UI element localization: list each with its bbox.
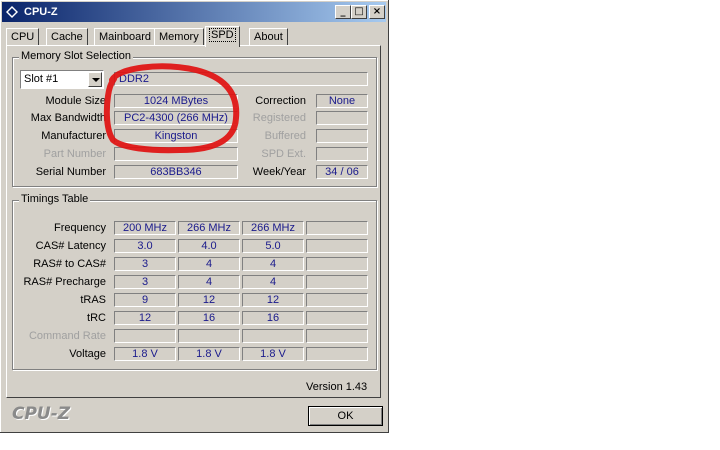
timing-cell: 1.8 V	[114, 347, 176, 361]
group-title: Memory Slot Selection	[19, 50, 134, 62]
timing-cell: 12	[178, 293, 240, 307]
serial-number-value: 683BB346	[114, 165, 238, 179]
part-number-label: Part Number	[43, 148, 106, 160]
maximize-button[interactable]: □	[351, 5, 367, 19]
tab-label: SPD	[209, 28, 236, 42]
spd-ext-label: SPD Ext.	[261, 148, 306, 160]
serial-number-label: Serial Number	[35, 166, 106, 178]
timing-cell: 12	[242, 293, 304, 307]
timing-cell: 4	[178, 275, 240, 289]
ok-button[interactable]: OK	[308, 406, 383, 426]
timing-row-label: Voltage	[69, 348, 106, 360]
timing-cell	[306, 257, 368, 271]
timing-cell: 266 MHz	[242, 221, 304, 235]
slot-select[interactable]: Slot #1	[20, 70, 104, 89]
timing-cell	[306, 275, 368, 289]
cpuz-logo: CPU-Z	[12, 404, 71, 424]
close-button[interactable]: ×	[369, 5, 385, 19]
part-number-value	[114, 147, 238, 161]
tab-label: Memory	[159, 31, 199, 43]
slot-select-value: Slot #1	[24, 73, 59, 85]
tab-memory[interactable]: Memory	[154, 28, 204, 46]
tab-about[interactable]: About	[249, 28, 288, 46]
manufacturer-label: Manufacturer	[41, 130, 106, 142]
tab-label: CPU	[11, 31, 35, 43]
tab-mainboard[interactable]: Mainboard	[94, 28, 156, 46]
title-bar[interactable]: CPU-Z _ □ ×	[2, 2, 386, 22]
tab-cache[interactable]: Cache	[46, 28, 88, 46]
timing-cell: 3.0	[114, 239, 176, 253]
timing-cell	[306, 221, 368, 235]
module-size-label: Module Size	[45, 95, 106, 107]
timing-cell: 1.8 V	[242, 347, 304, 361]
spd-ext-value	[316, 147, 368, 161]
correction-value: None	[316, 94, 368, 108]
tab-spd[interactable]: SPD	[205, 26, 240, 47]
week-year-label: Week/Year	[252, 166, 306, 178]
timing-row-label: RAS# Precharge	[23, 276, 106, 288]
timing-cell: 266 MHz	[178, 221, 240, 235]
timing-cell	[306, 311, 368, 325]
timing-cell	[242, 329, 304, 343]
max-bandwidth-value: PC2-4300 (266 MHz)	[114, 111, 238, 125]
timing-cell: 4	[242, 275, 304, 289]
tab-label: About	[254, 31, 283, 43]
tab-label: Mainboard	[99, 31, 151, 43]
tab-cpu[interactable]: CPU	[6, 28, 40, 46]
timing-cell: 4	[242, 257, 304, 271]
timing-cell	[114, 329, 176, 343]
timing-cell	[178, 329, 240, 343]
timing-row-label: tRC	[87, 312, 106, 324]
timing-cell: 1.8 V	[178, 347, 240, 361]
timing-cell: 5.0	[242, 239, 304, 253]
cpuz-app-icon	[6, 6, 18, 18]
timing-row-label: Frequency	[54, 222, 106, 234]
timing-row-label: CAS# Latency	[35, 240, 106, 252]
timing-cell: 4	[178, 257, 240, 271]
timing-cell: 16	[178, 311, 240, 325]
timing-row-label: Command Rate	[28, 330, 106, 342]
timing-cell	[306, 347, 368, 361]
buffered-label: Buffered	[264, 130, 306, 142]
max-bandwidth-label: Max Bandwidth	[30, 112, 106, 124]
timing-cell: 200 MHz	[114, 221, 176, 235]
registered-label: Registered	[252, 112, 306, 124]
buffered-value	[316, 129, 368, 143]
module-size-value: 1024 MBytes	[114, 94, 238, 108]
timing-cell	[306, 239, 368, 253]
manufacturer-value: Kingston	[114, 129, 238, 143]
timing-cell: 3	[114, 275, 176, 289]
version-label: Version 1.43	[306, 381, 368, 393]
timing-row-label: tRAS	[80, 294, 106, 306]
chevron-down-icon[interactable]	[88, 72, 102, 87]
timing-row-label: RAS# to CAS#	[33, 258, 106, 270]
registered-value	[316, 111, 368, 125]
group-title: Timings Table	[19, 193, 91, 205]
timing-cell: 12	[114, 311, 176, 325]
timing-cell: 16	[242, 311, 304, 325]
cpuz-window: CPU-Z _ □ × CPU Cache Mainboard Memory S…	[0, 0, 389, 433]
minimize-button[interactable]: _	[335, 5, 351, 19]
timing-cell: 9	[114, 293, 176, 307]
tab-label: Cache	[51, 31, 83, 43]
timing-cell: 4.0	[178, 239, 240, 253]
timing-cell	[306, 329, 368, 343]
timing-cell: 3	[114, 257, 176, 271]
timing-cell	[306, 293, 368, 307]
week-year-value: 34 / 06	[316, 165, 368, 179]
window-title: CPU-Z	[24, 6, 58, 18]
correction-label: Correction	[255, 95, 306, 107]
memory-type-value: DDR2	[114, 72, 368, 86]
